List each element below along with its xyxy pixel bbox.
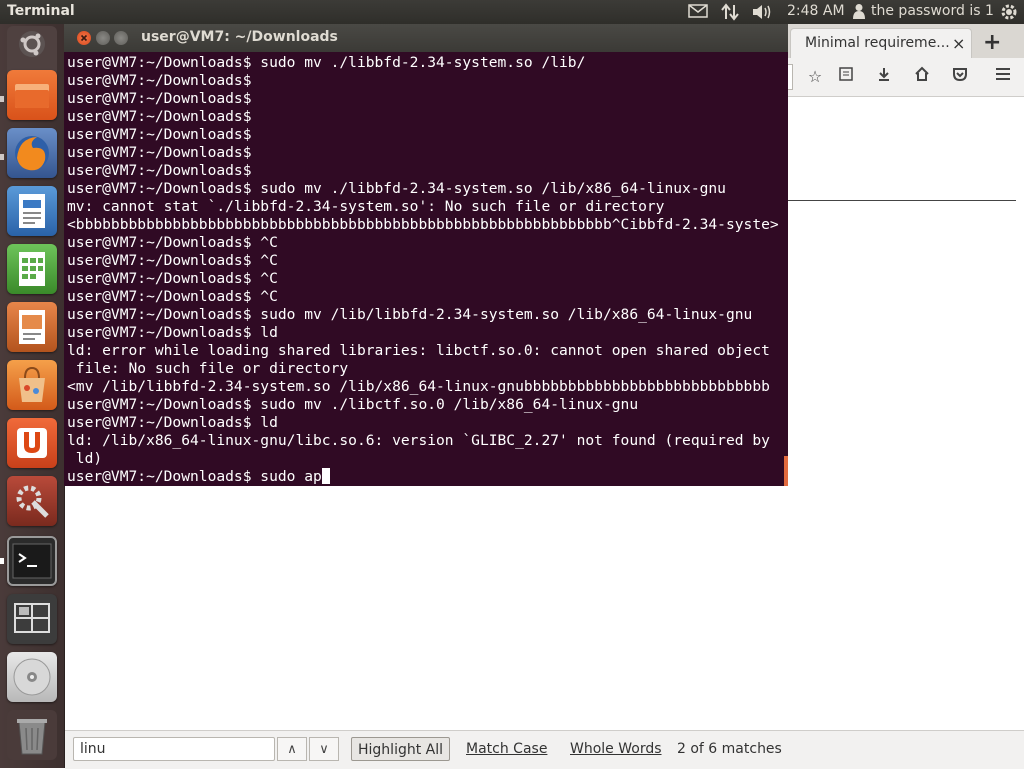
prompt-text: user@VM7:~/Downloads$ sudo ap xyxy=(67,468,322,485)
close-icon[interactable] xyxy=(77,31,91,45)
clock[interactable]: 2:48 AM xyxy=(787,3,845,19)
terminal-line: mv: cannot stat `./libbfd-2.34-system.so… xyxy=(67,198,665,215)
maximize-icon[interactable] xyxy=(114,31,128,45)
running-indicator xyxy=(0,96,4,102)
network-arrows-icon[interactable] xyxy=(720,3,740,25)
session-user-label[interactable]: the password is 1 xyxy=(871,3,994,19)
top-panel: Terminal 2:48 AM the password is 1 xyxy=(0,0,1024,24)
terminal-line: user@VM7:~/Downloads$ ^C xyxy=(67,234,278,251)
terminal-line: user@VM7:~/Downloads$ ld xyxy=(67,324,278,341)
terminal-line: file: No such file or directory xyxy=(67,360,349,377)
mail-icon[interactable] xyxy=(688,3,708,23)
bookmark-star-icon[interactable]: ☆ xyxy=(803,66,827,88)
user-icon[interactable] xyxy=(852,3,866,23)
new-tab-button[interactable]: + xyxy=(983,30,1001,55)
dvd-icon[interactable] xyxy=(7,652,57,702)
find-status: 2 of 6 matches xyxy=(677,741,782,757)
software-center-icon[interactable] xyxy=(7,360,57,410)
find-previous-button[interactable]: ∧ xyxy=(277,737,307,761)
active-indicator xyxy=(0,558,4,564)
terminal-current-prompt[interactable]: user@VM7:~/Downloads$ sudo ap xyxy=(67,468,779,486)
active-app-title: Terminal xyxy=(7,3,75,19)
terminal-line: user@VM7:~/Downloads$ xyxy=(67,144,252,161)
speaker-icon[interactable] xyxy=(751,3,773,25)
terminal-line: user@VM7:~/Downloads$ sudo mv ./libctf.s… xyxy=(67,396,639,413)
hamburger-menu-icon[interactable] xyxy=(991,66,1015,88)
terminal-line: user@VM7:~/Downloads$ ld xyxy=(67,414,278,431)
window-title: user@VM7: ~/Downloads xyxy=(141,29,338,45)
terminal-output[interactable]: user@VM7:~/Downloads$ sudo mv ./libbfd-2… xyxy=(64,52,788,486)
launcher xyxy=(0,24,65,768)
page-divider xyxy=(788,200,1016,201)
running-indicator xyxy=(0,154,4,160)
trash-icon[interactable] xyxy=(7,710,57,760)
text-cursor xyxy=(321,468,330,484)
scrollbar-indicator[interactable] xyxy=(784,456,788,486)
terminal-lines: user@VM7:~/Downloads$ sudo mv ./libbfd-2… xyxy=(67,54,779,486)
home-icon[interactable] xyxy=(910,66,934,88)
dash-home-icon[interactable] xyxy=(7,26,57,76)
find-next-button[interactable]: ∨ xyxy=(309,737,339,761)
terminal-line: user@VM7:~/Downloads$ ^C xyxy=(67,252,278,269)
match-case-option[interactable]: Match Case xyxy=(466,741,547,757)
terminal-line: user@VM7:~/Downloads$ sudo mv /lib/libbf… xyxy=(67,306,753,323)
terminal-line: <mv /lib/libbfd-2.34-system.so /lib/x86_… xyxy=(67,378,770,395)
gear-icon[interactable] xyxy=(1000,3,1018,25)
tab-close-icon[interactable]: × xyxy=(952,34,965,53)
find-input[interactable] xyxy=(73,737,275,761)
terminal-line: user@VM7:~/Downloads$ ^C xyxy=(67,270,278,287)
terminal-line: <bbbbbbbbbbbbbbbbbbbbbbbbbbbbbbbbbbbbbbb… xyxy=(67,216,779,233)
terminal-line: user@VM7:~/Downloads$ sudo mv ./libbfd-2… xyxy=(67,54,586,71)
calc-icon[interactable] xyxy=(7,244,57,294)
files-icon[interactable] xyxy=(7,70,57,120)
find-bar: ∧ ∨ Highlight All Match Case Whole Words… xyxy=(65,730,1024,769)
minimize-icon[interactable] xyxy=(96,31,110,45)
firefox-icon[interactable] xyxy=(7,128,57,178)
tab-title: Minimal requireme... xyxy=(805,35,950,51)
system-settings-icon[interactable] xyxy=(7,476,57,526)
ubuntu-one-icon[interactable] xyxy=(7,418,57,468)
terminal-line: user@VM7:~/Downloads$ xyxy=(67,126,252,143)
reading-list-icon[interactable] xyxy=(834,66,858,88)
terminal-titlebar[interactable]: user@VM7: ~/Downloads xyxy=(64,24,788,52)
impress-icon[interactable] xyxy=(7,302,57,352)
terminal-line: ld: /lib/x86_64-linux-gnu/libc.so.6: ver… xyxy=(67,432,770,449)
terminal-line: user@VM7:~/Downloads$ sudo mv ./libbfd-2… xyxy=(67,180,726,197)
terminal-line: user@VM7:~/Downloads$ ^C xyxy=(67,288,278,305)
terminal-line: user@VM7:~/Downloads$ xyxy=(67,90,252,107)
terminal-line: user@VM7:~/Downloads$ xyxy=(67,162,252,179)
workspace-switcher-icon[interactable] xyxy=(7,594,57,644)
terminal-line: user@VM7:~/Downloads$ xyxy=(67,72,252,89)
terminal-line: ld: error while loading shared libraries… xyxy=(67,342,770,359)
writer-icon[interactable] xyxy=(7,186,57,236)
download-icon[interactable] xyxy=(872,66,896,88)
terminal-icon[interactable] xyxy=(7,536,57,586)
pocket-icon[interactable] xyxy=(948,66,972,88)
browser-tab[interactable]: Minimal requireme... × xyxy=(790,28,972,59)
highlight-all-button[interactable]: Highlight All xyxy=(351,737,451,761)
terminal-line: ld) xyxy=(67,450,103,467)
whole-words-option[interactable]: Whole Words xyxy=(570,741,662,757)
terminal-line: user@VM7:~/Downloads$ xyxy=(67,108,252,125)
